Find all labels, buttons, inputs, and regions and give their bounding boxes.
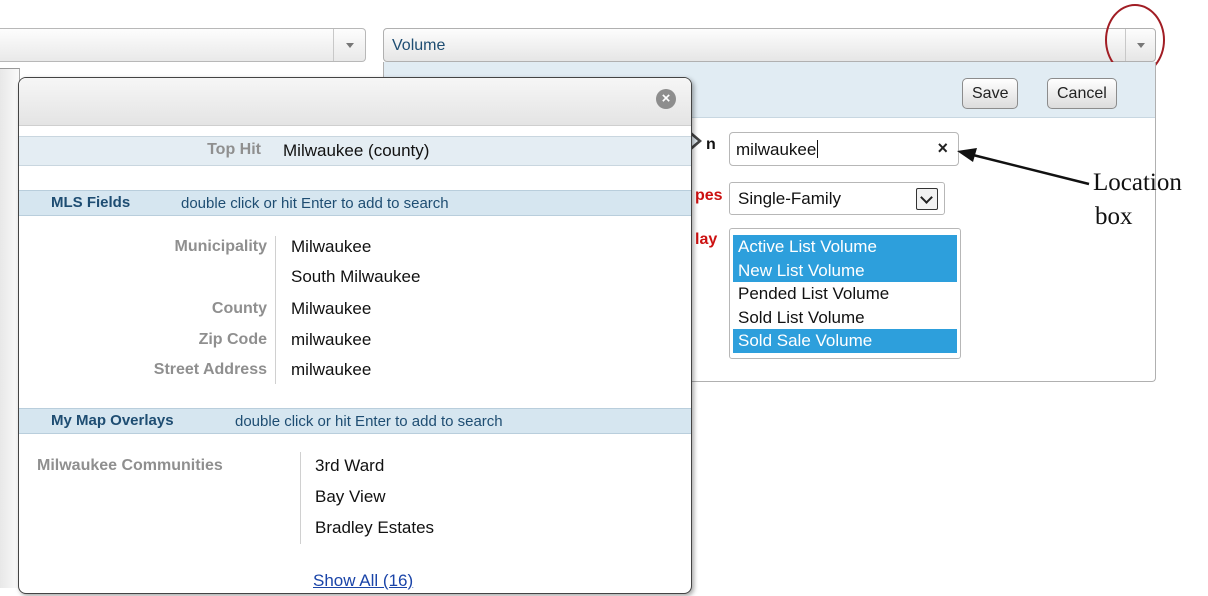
street-address-label: Street Address [153,361,267,378]
save-button[interactable]: Save [962,78,1019,109]
cancel-button[interactable]: Cancel [1047,78,1117,109]
map-overlays-title: My Map Overlays [51,412,174,429]
display-option[interactable]: Active List Volume [733,235,957,259]
municipality-label: Municipality [174,238,267,255]
display-option[interactable]: Sold Sale Volume [733,329,957,353]
volume-combo-box[interactable]: Volume [383,28,1156,62]
annotation-text: Location box [1093,166,1208,234]
map-overlays-header: My Map Overlays double click or hit Ente… [19,408,691,434]
show-all-link[interactable]: Show All (16) [313,571,413,591]
chevron-down-icon [345,43,354,48]
map-overlays-hint: double click or hit Enter to add to sear… [235,413,503,430]
display-option[interactable]: Pended List Volume [733,282,957,306]
list-item[interactable]: Bradley Estates [315,518,434,538]
location-label: n [706,136,716,153]
location-input-value: milwaukee [736,140,817,159]
volume-combo-label: Volume [392,37,446,54]
display-label: lay [695,231,718,248]
chevron-down-icon[interactable] [916,188,938,210]
mls-fields-header: MLS Fields double click or hit Enter to … [19,190,691,216]
mls-fields-title: MLS Fields [51,194,131,211]
text-caret [817,140,819,158]
property-types-label: pes [695,187,723,204]
close-icon[interactable]: × [656,89,676,109]
annotation-line-1: Location [1093,169,1182,196]
left-combo-box[interactable] [0,28,366,62]
property-type-value: Single-Family [738,189,841,208]
clear-icon[interactable]: × [937,138,948,159]
left-combo-dropdown-button[interactable] [333,29,365,61]
left-background-panel [0,68,20,588]
display-option[interactable]: New List Volume [733,258,957,282]
milwaukee-communities-label: Milwaukee Communities [37,457,223,474]
annotation-arrow [957,148,1090,186]
location-input[interactable]: milwaukee × [729,132,959,166]
list-item[interactable]: Milwaukee [291,299,371,319]
display-listbox[interactable]: Active List Volume New List Volume Pended … [729,228,961,359]
mls-divider [275,236,276,384]
zip-code-label: Zip Code [198,331,267,348]
list-item[interactable]: milwaukee [291,330,371,350]
display-option[interactable]: Sold List Volume [733,306,957,330]
county-label: County [211,300,267,317]
popup-header: × [19,78,691,126]
mls-fields-hint: double click or hit Enter to add to sear… [181,195,449,212]
top-hit-value: Milwaukee (county) [283,141,430,160]
top-hit-row[interactable]: Top Hit Milwaukee (county) [19,136,691,166]
list-item[interactable]: Bay View [315,487,386,507]
search-suggestions-popup: × Top Hit Milwaukee (county) MLS Fields … [18,77,692,594]
overlays-divider [300,452,301,544]
annotation-line-2: box [1095,203,1133,230]
list-item[interactable]: Milwaukee [291,237,371,257]
list-item[interactable]: milwaukee [291,360,371,380]
list-item[interactable]: 3rd Ward [315,456,384,476]
top-hit-label: Top Hit [207,141,261,158]
property-type-select[interactable]: Single-Family [729,182,945,215]
list-item[interactable]: South Milwaukee [291,267,420,287]
